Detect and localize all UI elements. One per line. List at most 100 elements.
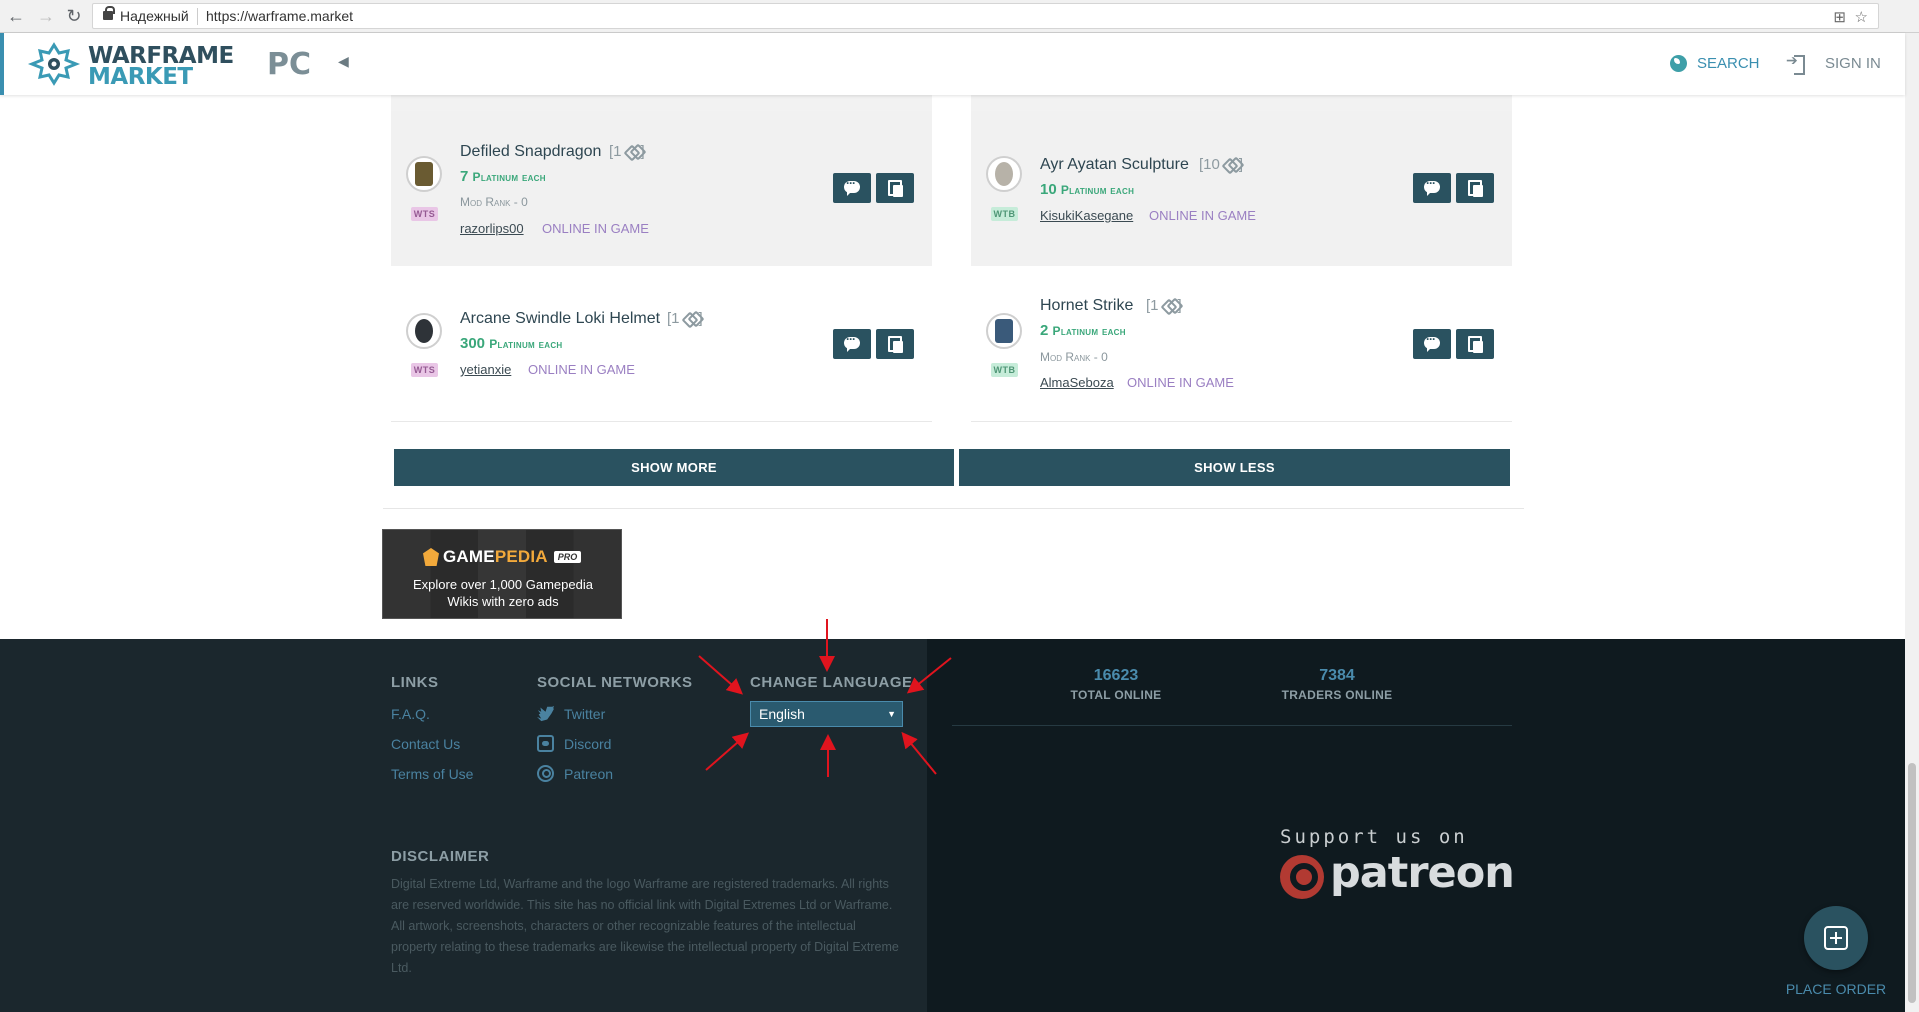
order-type-badge: WTB xyxy=(991,207,1018,221)
item-thumbnail xyxy=(406,156,442,192)
sign-in-icon xyxy=(1786,52,1805,75)
discord-link[interactable]: Discord xyxy=(537,735,611,752)
address-separator xyxy=(197,8,198,25)
order-type-badge: WTB xyxy=(991,363,1018,377)
language-select[interactable]: English ▼ xyxy=(750,701,903,727)
copy-icon xyxy=(1468,180,1483,197)
quantity-icon xyxy=(684,313,699,324)
language-selected-value: English xyxy=(759,706,805,722)
footer-divider xyxy=(952,725,1512,726)
price: 7 Platinum each xyxy=(460,168,546,185)
item-name-link[interactable]: Defiled Snapdragon xyxy=(460,143,601,161)
twitter-icon xyxy=(537,705,554,722)
copy-icon xyxy=(888,180,903,197)
change-language-heading: CHANGE LANGUAGE xyxy=(750,674,913,691)
back-arrow-icon[interactable]: ← xyxy=(6,6,26,26)
copy-button[interactable] xyxy=(1456,173,1494,203)
item-thumbnail xyxy=(986,156,1022,192)
logo-text-market[interactable]: MARKET xyxy=(88,64,193,90)
star-icon[interactable]: ☆ xyxy=(1855,8,1868,26)
traders-online-label: TRADERS ONLINE xyxy=(1281,688,1393,702)
price: 300 Platinum each xyxy=(460,335,563,352)
total-online-count: 16623 xyxy=(1093,667,1139,684)
price: 2 Platinum each xyxy=(1040,322,1126,339)
page-scrollbar[interactable] xyxy=(1905,33,1919,1012)
chat-icon xyxy=(1424,332,1440,352)
address-bar[interactable]: Надежный https://warframe.market ⊞ ☆ xyxy=(92,3,1879,29)
traders-online-count: 7384 xyxy=(1319,667,1355,684)
place-order-button[interactable] xyxy=(1804,906,1868,970)
item-name-link[interactable]: Hornet Strike xyxy=(1040,297,1133,315)
order-card: WTS Defiled Snapdragon [1] 7 Platinum ea… xyxy=(391,111,932,266)
copy-icon xyxy=(1468,336,1483,353)
order-card: WTB Ayr Ayatan Sculpture [10] 10 Platinu… xyxy=(971,111,1512,266)
section-divider xyxy=(383,508,1524,509)
patreon-icon xyxy=(537,765,554,782)
plus-box-icon xyxy=(1824,926,1848,950)
item-thumbnail xyxy=(406,313,442,349)
sign-in-label: SIGN IN xyxy=(1825,54,1881,72)
mod-rank: Mod Rank - 0 xyxy=(1040,350,1108,364)
total-online-label: TOTAL ONLINE xyxy=(1070,688,1162,702)
warframe-market-logo-icon[interactable] xyxy=(26,41,82,87)
contact-button[interactable] xyxy=(1413,173,1451,203)
item-name-link[interactable]: Arcane Swindle Loki Helmet xyxy=(460,310,660,328)
support-us-text: Support us on xyxy=(1280,826,1468,848)
patreon-link[interactable]: Patreon xyxy=(537,765,613,782)
copy-button[interactable] xyxy=(876,329,914,359)
show-more-button[interactable]: SHOW MORE xyxy=(394,449,954,486)
order-card: WTS Arcane Swindle Loki Helmet [1] 300 P… xyxy=(391,267,932,422)
quantity-icon xyxy=(626,146,641,157)
show-less-button[interactable]: SHOW LESS xyxy=(959,449,1510,486)
online-status: ONLINE IN GAME xyxy=(1127,375,1234,390)
site-header: WARFRAME MARKET PC ◀ SEARCH SIGN IN xyxy=(0,33,1905,95)
ad-text-line: Wikis with zero ads xyxy=(447,594,559,609)
price: 10 Platinum each xyxy=(1040,181,1135,198)
contact-button[interactable] xyxy=(833,329,871,359)
quantity: [10] xyxy=(1199,156,1244,173)
mod-rank: Mod Rank - 0 xyxy=(460,195,528,209)
faq-link[interactable]: F.A.Q. xyxy=(391,706,430,722)
twitter-link[interactable]: Twitter xyxy=(537,705,605,722)
gamepedia-logo-icon xyxy=(423,548,439,566)
gamepedia-ad-banner[interactable]: GAMEPEDIA PRO Explore over 1,000 Gameped… xyxy=(382,529,622,619)
disclaimer-heading: DISCLAIMER xyxy=(391,848,490,865)
contact-us-link[interactable]: Contact Us xyxy=(391,736,460,752)
reload-icon[interactable]: ↻ xyxy=(64,6,84,26)
online-status: ONLINE IN GAME xyxy=(1149,208,1256,223)
order-card: WTB Hornet Strike [1] 2 Platinum each Mo… xyxy=(971,267,1512,422)
contact-button[interactable] xyxy=(1413,329,1451,359)
gamepedia-logo: GAMEPEDIA PRO xyxy=(423,546,582,568)
scrollbar-thumb[interactable] xyxy=(1908,763,1916,1003)
platform-selector[interactable]: PC xyxy=(267,47,311,82)
search-link[interactable]: SEARCH xyxy=(1670,51,1760,75)
collapse-arrow-icon[interactable]: ◀ xyxy=(338,53,349,70)
copy-button[interactable] xyxy=(1456,329,1494,359)
patreon-support-banner[interactable]: Support us on patreon xyxy=(1278,826,1515,906)
order-type-badge: WTS xyxy=(411,363,438,377)
contact-button[interactable] xyxy=(833,173,871,203)
seller-name-link[interactable]: KisukiKasegane xyxy=(1040,208,1133,223)
chat-icon xyxy=(844,332,860,352)
seller-name-link[interactable]: AlmaSeboza xyxy=(1040,375,1114,390)
quantity-icon xyxy=(1163,300,1178,311)
search-label: SEARCH xyxy=(1697,54,1760,72)
links-heading: LINKS xyxy=(391,674,439,691)
quantity: [1] xyxy=(667,310,703,327)
seller-name-link[interactable]: yetianxie xyxy=(460,362,511,377)
patreon-logo-icon xyxy=(1280,855,1324,899)
quantity: [1] xyxy=(609,143,645,160)
translate-icon[interactable]: ⊞ xyxy=(1833,8,1846,26)
globe-icon xyxy=(1670,54,1687,72)
place-order-label[interactable]: PLACE ORDER xyxy=(1776,981,1896,997)
dropdown-caret-icon: ▼ xyxy=(887,709,896,719)
item-name-link[interactable]: Ayr Ayatan Sculpture xyxy=(1040,156,1189,174)
copy-button[interactable] xyxy=(876,173,914,203)
sign-in-link[interactable]: SIGN IN xyxy=(1786,51,1881,75)
secure-label: Надежный xyxy=(120,8,189,24)
url-text[interactable]: https://warframe.market xyxy=(206,8,353,24)
forward-arrow-icon[interactable]: → xyxy=(36,6,56,26)
terms-of-use-link[interactable]: Terms of Use xyxy=(391,766,473,782)
item-thumbnail xyxy=(986,313,1022,349)
seller-name-link[interactable]: razorlips00 xyxy=(460,221,524,236)
